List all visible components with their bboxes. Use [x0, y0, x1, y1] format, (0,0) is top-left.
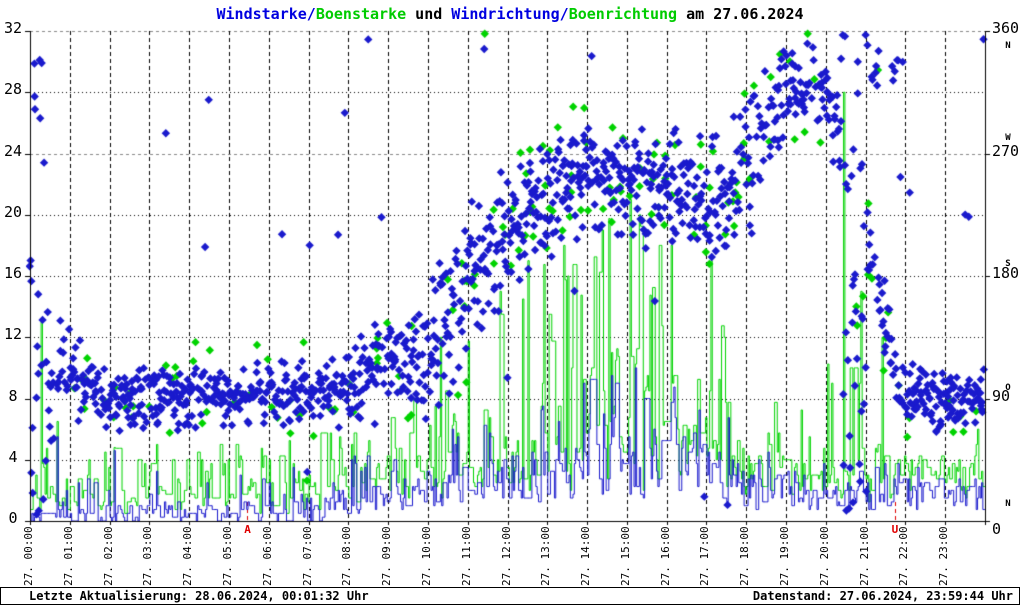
- title-segment: Boenrichtung: [568, 5, 678, 23]
- footer-bar: Letzte Aktualisierung: 28.06.2024, 00:01…: [0, 587, 1020, 605]
- x-axis-label: 27. 07:00: [300, 526, 314, 586]
- x-axis-label: 27. 13:00: [539, 526, 553, 586]
- compass-letter: O: [1005, 382, 1011, 393]
- y-axis-label-left: 16: [3, 264, 23, 282]
- last-update-text: Letzte Aktualisierung: 28.06.2024, 00:01…: [29, 589, 369, 603]
- y-axis-label-right: 360: [992, 19, 1020, 37]
- data-timestamp-text: Datenstand: 27.06.2024, 23:59:44 Uhr: [752, 589, 1013, 603]
- x-axis-label: 27. 21:00: [857, 526, 871, 586]
- compass-letter: N: [1005, 41, 1011, 51]
- x-axis-label: 27. 15:00: [618, 526, 632, 586]
- x-axis-label: 27. 01:00: [61, 526, 75, 586]
- x-axis-label: 27. 17:00: [698, 526, 712, 586]
- x-axis-label: 27. 02:00: [101, 526, 115, 586]
- y-axis-label-left: 24: [3, 141, 23, 160]
- title-segment: Windrichtung/: [451, 5, 569, 23]
- x-axis-label: 27. 22:00: [897, 526, 911, 586]
- x-axis-label: 27. 10:00: [419, 526, 433, 586]
- y-axis-label-left: 4: [8, 447, 18, 466]
- compass-letter: N: [1005, 499, 1011, 509]
- chart-canvas: [0, 0, 1020, 606]
- x-axis-label: 27. 09:00: [380, 526, 394, 586]
- x-axis-label: 27. 14:00: [579, 526, 593, 586]
- y-axis-label-right: 270: [992, 141, 1020, 160]
- title-segment: Windstarke/: [216, 5, 316, 23]
- y-axis-label-left: 8: [8, 386, 18, 405]
- y-axis-label-left: 32: [3, 19, 23, 37]
- x-axis-label: 27. 05:00: [220, 526, 234, 586]
- compass-letter: S: [1005, 259, 1011, 269]
- x-axis-label: 27. 23:00: [937, 526, 951, 586]
- y-axis-label-left: 20: [3, 202, 23, 221]
- x-axis-label: 27. 03:00: [141, 526, 155, 586]
- compass-letter: W: [1005, 132, 1011, 143]
- y-axis-label-left: 0: [8, 509, 18, 527]
- x-axis-label: 27. 08:00: [340, 526, 354, 586]
- x-axis-label: 27. 19:00: [778, 526, 792, 586]
- title-segment: am 27.06.2024: [677, 5, 804, 23]
- title-segment: Boenstarke: [315, 5, 407, 23]
- y-axis-label-right: 0: [992, 520, 1002, 538]
- x-axis-label: 27. 20:00: [817, 526, 831, 586]
- x-axis-label: 27. 16:00: [658, 526, 672, 586]
- sunrise-marker-label: A: [244, 523, 251, 536]
- y-axis-label-left: 28: [3, 80, 23, 99]
- x-axis-label: 27. 12:00: [499, 526, 513, 586]
- wind-chart-page: Windstarke/Boenstarke und Windrichtung/B…: [0, 0, 1020, 606]
- x-axis-label: 27. 06:00: [260, 526, 274, 586]
- x-axis-label: 27. 18:00: [738, 526, 752, 586]
- title-segment: und: [406, 5, 452, 23]
- x-axis-label: 27. 00:00: [22, 526, 35, 586]
- chart-title: Windstarke/Boenstarke und Windrichtung/B…: [0, 5, 1020, 23]
- x-axis-label: 27. 11:00: [459, 526, 473, 586]
- y-axis-label-left: 12: [3, 325, 23, 344]
- x-axis-label: 27. 04:00: [181, 526, 195, 586]
- sunset-marker-label: U: [891, 523, 899, 536]
